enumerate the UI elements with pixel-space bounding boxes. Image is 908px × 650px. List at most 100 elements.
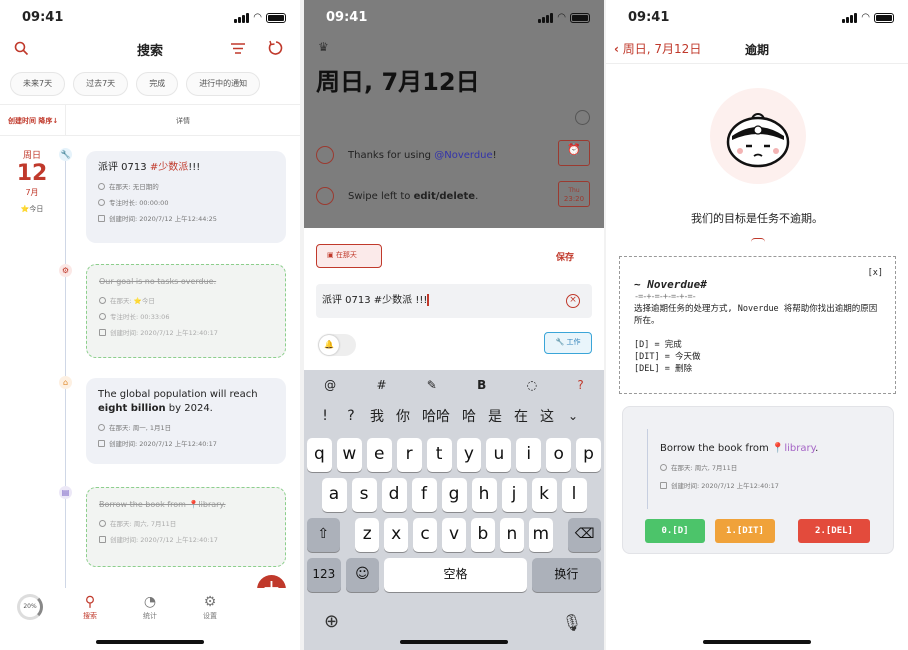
bold-button[interactable]: B	[477, 378, 486, 392]
key[interactable]: g	[441, 478, 467, 512]
candidate[interactable]: 这	[534, 406, 560, 426]
checkbox[interactable]	[316, 187, 334, 205]
microphone-icon[interactable]: 🎙	[562, 613, 582, 632]
today-label: ⭐今日	[20, 205, 44, 213]
crown-icon[interactable]: ♛	[318, 40, 329, 54]
checkbox[interactable]	[316, 146, 334, 164]
candidate[interactable]: 在	[508, 406, 534, 426]
delete-button[interactable]: 2.[DEL]	[798, 519, 870, 543]
chip-active-notifications[interactable]: 进行中的通知	[186, 72, 261, 96]
key[interactable]: i	[516, 438, 542, 472]
clear-icon[interactable]: ×	[566, 294, 580, 308]
help-icon[interactable]: ?	[577, 378, 583, 392]
ninja-face-icon	[726, 113, 790, 168]
status-time: 09:41	[628, 10, 670, 25]
work-tag-button[interactable]: 🔧 工作	[544, 332, 592, 354]
key[interactable]: x	[384, 518, 409, 552]
key[interactable]: u	[486, 438, 512, 472]
space-key[interactable]: 空格	[384, 558, 527, 592]
tab-settings[interactable]: ⚙ 设置	[190, 594, 230, 621]
key[interactable]: q	[306, 438, 332, 472]
reminder-toggle[interactable]: 🔔	[318, 334, 356, 356]
key[interactable]: c	[413, 518, 438, 552]
task-input[interactable]: 派评 0713 #少数派 !!! ×	[316, 284, 592, 318]
filter-icon[interactable]	[230, 42, 246, 55]
key[interactable]: e	[366, 438, 392, 472]
task-date: 在那天: 周六, 7月11日	[660, 462, 818, 472]
key[interactable]: h	[471, 478, 497, 512]
date-column: 周日 12 7月 ⭐今日	[12, 148, 52, 214]
due-badge[interactable]: Thu 23:20	[558, 181, 590, 207]
close-button[interactable]: [x]	[868, 267, 883, 279]
status-time: 09:41	[326, 10, 368, 25]
pin-icon[interactable]: ◌	[527, 378, 537, 392]
text-caret	[427, 294, 429, 306]
task-card[interactable]: The global population will reach eight b…	[86, 378, 286, 464]
key[interactable]: n	[499, 518, 524, 552]
key[interactable]: b	[470, 518, 495, 552]
key[interactable]: k	[531, 478, 557, 512]
candidate[interactable]: 我	[364, 406, 390, 426]
key[interactable]: d	[381, 478, 407, 512]
key[interactable]: z	[355, 518, 380, 552]
return-key[interactable]: 换行	[531, 558, 601, 592]
key[interactable]: l	[561, 478, 587, 512]
refresh-icon[interactable]	[268, 40, 283, 56]
chip-past-7-days[interactable]: 过去7天	[73, 72, 129, 96]
page-title: 逾期	[744, 43, 769, 57]
numbers-key[interactable]: 123	[307, 558, 341, 592]
key[interactable]: j	[501, 478, 527, 512]
emoji-key[interactable]: ☺	[345, 558, 380, 592]
chevron-down-icon[interactable]: ⌄	[560, 409, 586, 423]
key[interactable]: y	[456, 438, 482, 472]
key[interactable]: f	[411, 478, 437, 512]
save-button[interactable]: 保存	[556, 250, 574, 263]
candidate[interactable]: 哈	[456, 406, 482, 426]
key[interactable]: m	[528, 518, 553, 552]
overdue-screen: 09:41 ◠ ‹ 周日, 7月12日 逾期 我们的目标是任务不逾期。 [x] …	[606, 0, 908, 650]
candidate[interactable]: 是	[482, 406, 508, 426]
key[interactable]: r	[396, 438, 422, 472]
key[interactable]: v	[442, 518, 466, 552]
candidate-bar: ! ? 我 你 哈哈 哈 是 在 这 ⌄	[304, 400, 604, 432]
progress-ring[interactable]: 20%	[17, 594, 43, 620]
mention-button[interactable]: @	[324, 378, 336, 392]
tab-search[interactable]: ⚲ 搜索	[70, 594, 110, 621]
done-button[interactable]: 0.[D]	[645, 519, 705, 543]
task-row[interactable]: Swipe left to edit/delete. Thu 23:20	[316, 181, 590, 211]
key[interactable]: p	[576, 438, 602, 472]
hashtag-button[interactable]: #	[376, 378, 386, 392]
pen-icon[interactable]: ✎	[427, 378, 437, 392]
filter-chips: 未来7天 过去7天 完成 进行中的通知	[10, 72, 290, 96]
clock-icon	[99, 519, 106, 527]
tab-stats[interactable]: ◔ 统计	[130, 594, 170, 621]
circle-icon[interactable]	[575, 110, 590, 125]
task-row[interactable]: Thanks for using @Noverdue! ⏰	[316, 140, 590, 170]
weekday-label: 周日	[22, 151, 41, 161]
key[interactable]: o	[546, 438, 572, 472]
key[interactable]: t	[426, 438, 452, 472]
do-it-today-button[interactable]: 1.[DIT]	[715, 519, 775, 543]
globe-icon[interactable]: ⊕	[324, 611, 339, 632]
task-title: Borrow the book from 📍library.	[660, 443, 819, 454]
terminal-heading: ~ Noverdue#	[634, 278, 707, 291]
task-focus: 专注时长: 00:33:06	[99, 311, 273, 321]
task-card-completed[interactable]: Borrow the book from 📍library. 在那天: 周六, …	[86, 487, 286, 567]
chip-done[interactable]: 完成	[136, 72, 179, 96]
sort-toggle[interactable]: 创建时间 降序↓	[8, 116, 58, 126]
key[interactable]: w	[336, 438, 362, 472]
task-card-completed[interactable]: Our goal is no tasks overdue. 在那天: ⭐今日 专…	[86, 264, 286, 358]
chip-next-7-days[interactable]: 未来7天	[10, 72, 66, 96]
shift-key[interactable]: ⇧	[307, 518, 340, 552]
date-picker-button[interactable]: ▣ 在那天	[316, 244, 382, 268]
key[interactable]: s	[351, 478, 377, 512]
candidate[interactable]: 哈哈	[416, 406, 456, 426]
candidate[interactable]: 你	[390, 406, 416, 426]
candidate[interactable]: ?	[338, 408, 364, 424]
alarm-icon[interactable]: ⏰	[558, 140, 590, 166]
backspace-key[interactable]: ⌫	[568, 518, 601, 552]
task-date: 在那天: ⭐今日	[99, 295, 273, 305]
key[interactable]: a	[321, 478, 347, 512]
task-card[interactable]: 派评 0713 #少数派!!! 在那天: 无日期的 专注时长: 00:00:00…	[86, 151, 286, 243]
candidate[interactable]: !	[312, 408, 338, 424]
